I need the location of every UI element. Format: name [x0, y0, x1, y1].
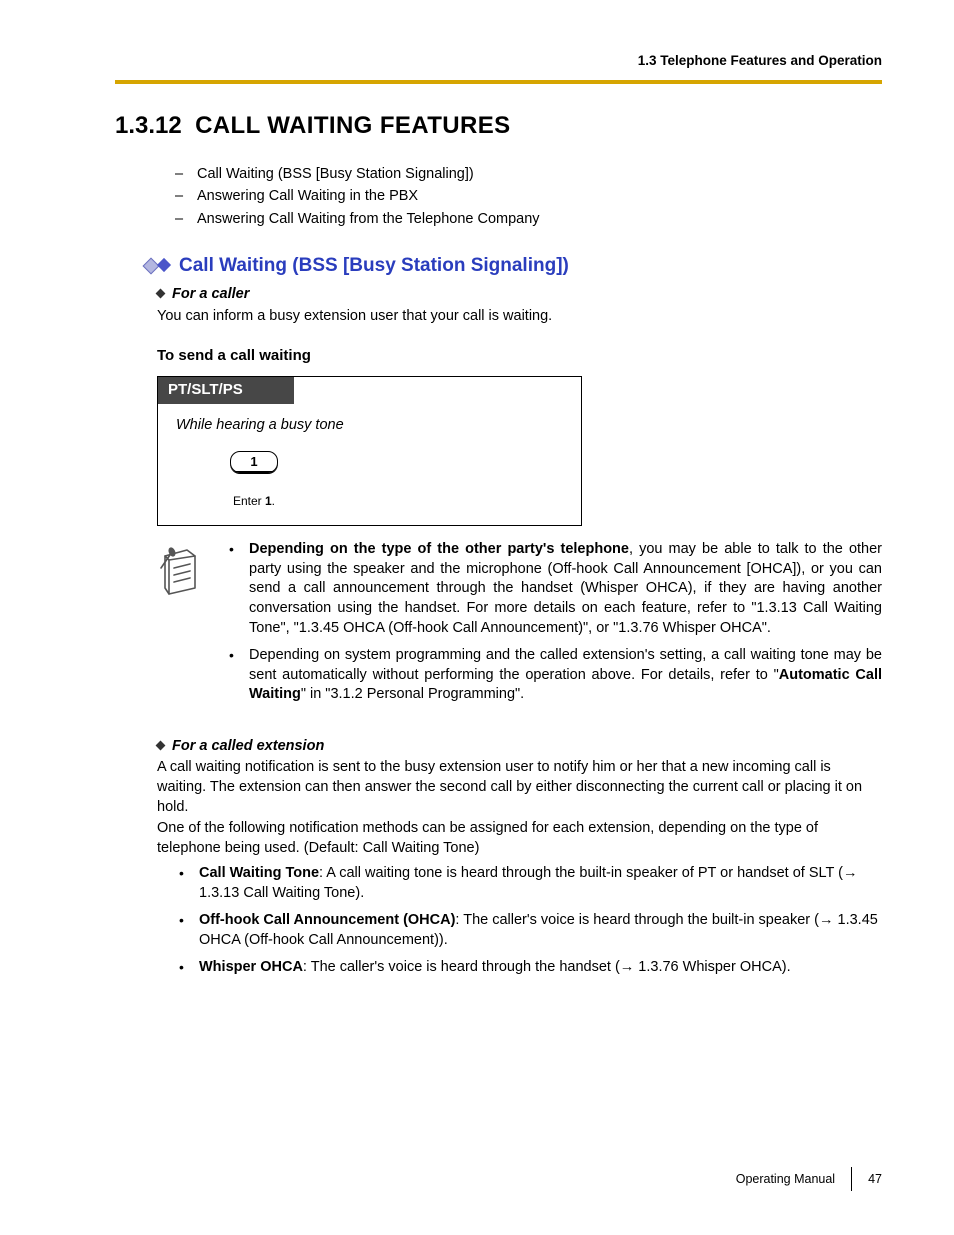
keypad-step: 1 Enter 1.	[204, 451, 304, 509]
method-item: Call Waiting Tone: A call waiting tone i…	[177, 864, 882, 903]
called-paragraph-1: A call waiting notification is sent to t…	[157, 758, 882, 817]
page-footer: Operating Manual 47	[736, 1167, 882, 1191]
method-item: Off-hook Call Announcement (OHCA): The c…	[177, 911, 882, 950]
notification-methods: Call Waiting Tone: A call waiting tone i…	[177, 864, 882, 978]
footer-divider	[851, 1167, 852, 1191]
footer-page-number: 47	[868, 1171, 882, 1188]
keypad-caption: Enter 1.	[204, 493, 304, 509]
section-title: CALL WAITING FEATURES	[195, 112, 511, 139]
header-rule	[115, 80, 882, 84]
keypad-key-icon: 1	[230, 451, 278, 473]
section-number: 1.3.12	[115, 112, 182, 139]
running-head: 1.3 Telephone Features and Operation	[115, 52, 882, 70]
note-item: Depending on system programming and the …	[227, 646, 882, 705]
footer-manual-label: Operating Manual	[736, 1171, 835, 1188]
for-a-caller-label: For a caller	[157, 285, 882, 305]
phone-type-tab: PT/SLT/PS	[158, 377, 294, 403]
list-item: Answering Call Waiting from the Telephon…	[175, 210, 882, 230]
caller-description: You can inform a busy extension user tha…	[157, 307, 882, 327]
note-item: Depending on the type of the other party…	[227, 540, 882, 638]
called-paragraph-2: One of the following notification method…	[157, 819, 882, 858]
procedure-body: While hearing a busy tone 1 Enter 1.	[158, 404, 581, 526]
procedure-box: PT/SLT/PS While hearing a busy tone 1 En…	[157, 376, 582, 526]
subsection-title: Call Waiting (BSS [Busy Station Signalin…	[179, 253, 569, 279]
page: 1.3 Telephone Features and Operation 1.3…	[0, 0, 954, 1235]
list-item: Call Waiting (BSS [Busy Station Signalin…	[175, 165, 882, 185]
method-item: Whisper OHCA: The caller's voice is hear…	[177, 958, 882, 978]
procedure-condition: While hearing a busy tone	[176, 416, 563, 436]
subsection-head: Call Waiting (BSS [Busy Station Signalin…	[145, 253, 882, 279]
note-bullets: Depending on the type of the other party…	[227, 540, 882, 713]
feature-list: Call Waiting (BSS [Busy Station Signalin…	[175, 165, 882, 230]
list-item: Answering Call Waiting in the PBX	[175, 187, 882, 207]
note-icon	[157, 540, 207, 713]
procedure-heading: To send a call waiting	[157, 346, 882, 366]
for-called-extension-label: For a called extension	[157, 737, 882, 757]
diamond-pair-icon	[145, 260, 169, 272]
section-heading: 1.3.12 CALL WAITING FEATURES	[115, 110, 882, 142]
note-block: Depending on the type of the other party…	[157, 540, 882, 713]
